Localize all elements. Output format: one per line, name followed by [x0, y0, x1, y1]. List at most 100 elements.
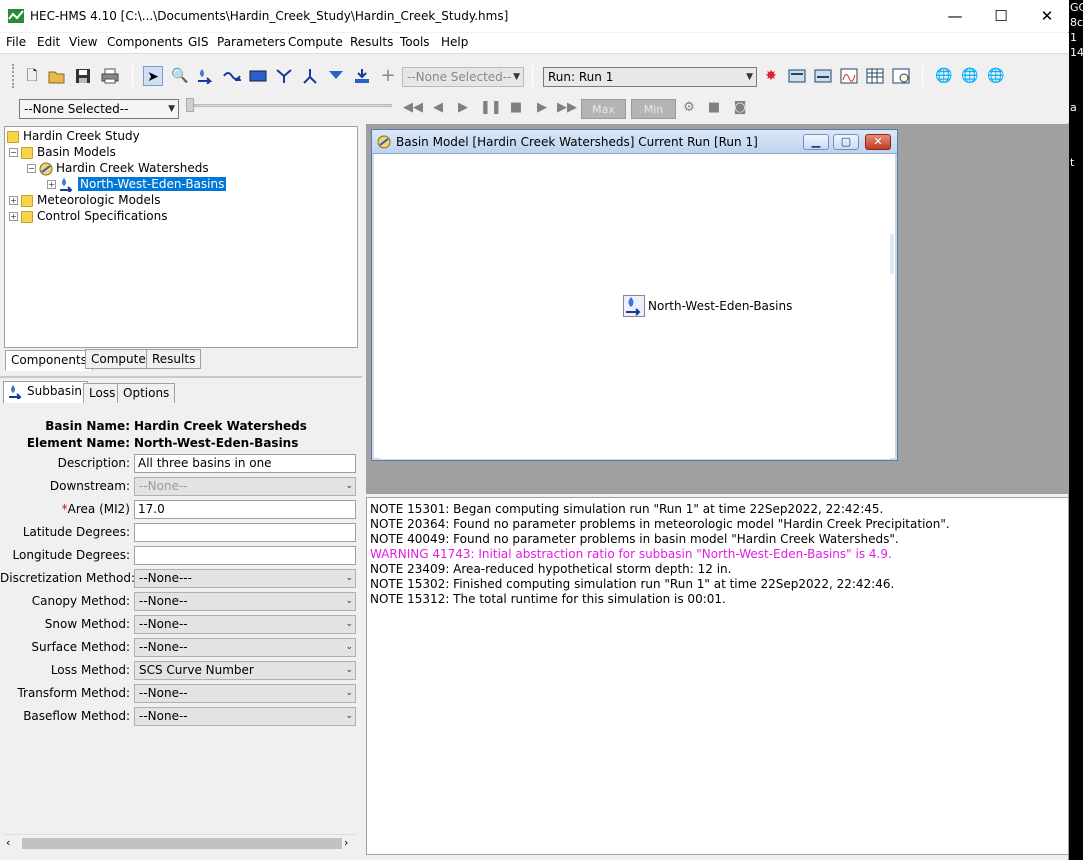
- tree-node-control-specifications[interactable]: + Control Specifications: [9, 208, 168, 224]
- collapse-icon[interactable]: −: [9, 148, 18, 157]
- rewind-to-start-icon[interactable]: ◀◀: [403, 98, 423, 118]
- reservoir-tool-icon[interactable]: [248, 66, 268, 86]
- subbasin-element-icon[interactable]: [623, 295, 645, 317]
- globe-icon[interactable]: 🌐: [960, 66, 980, 86]
- subbasin-icon: [59, 177, 75, 192]
- crosshair-tool-icon[interactable]: +: [378, 66, 398, 86]
- menu-file[interactable]: File: [6, 35, 26, 49]
- min-button[interactable]: Min: [631, 99, 676, 119]
- minimize-button[interactable]: —: [932, 0, 978, 32]
- source-tool-icon[interactable]: [326, 66, 346, 86]
- graph-icon[interactable]: [839, 66, 859, 86]
- loss-select[interactable]: SCS Curve Number ⌄: [134, 661, 356, 680]
- tree-node-subbasin[interactable]: + North-West-Eden-Basins: [47, 176, 227, 192]
- compute-run-icon[interactable]: ✸: [761, 66, 781, 86]
- tab-results[interactable]: Results: [146, 349, 202, 369]
- time-slider-thumb[interactable]: [186, 98, 194, 112]
- collapse-icon[interactable]: −: [27, 164, 36, 173]
- save-icon[interactable]: [73, 66, 93, 86]
- area-label-text: Area (MI2): [67, 502, 130, 516]
- pause-icon[interactable]: ❚❚: [480, 98, 502, 118]
- menu-components[interactable]: Components: [107, 35, 183, 49]
- gear-icon[interactable]: ⚙: [679, 98, 699, 118]
- globe-icon[interactable]: 🌐: [986, 66, 1006, 86]
- maximize-button[interactable]: ☐: [978, 0, 1024, 32]
- expand-icon[interactable]: +: [9, 212, 18, 221]
- video-camera-icon[interactable]: ■: [704, 98, 724, 118]
- menu-view[interactable]: View: [69, 35, 97, 49]
- run-selector[interactable]: Run: Run 1 ▼: [543, 67, 757, 87]
- basin-minimize-button[interactable]: ▁: [803, 134, 829, 150]
- menu-compute[interactable]: Compute: [288, 35, 343, 49]
- diversion-tool-icon[interactable]: [300, 66, 320, 86]
- forward-to-end-icon[interactable]: ▶▶: [557, 98, 577, 118]
- new-file-icon[interactable]: 🗋: [22, 66, 42, 86]
- step-back-icon[interactable]: ◀: [428, 98, 448, 118]
- summary-table-icon[interactable]: [865, 66, 885, 86]
- menu-tools[interactable]: Tools: [400, 35, 430, 49]
- menu-parameters[interactable]: Parameters: [217, 35, 286, 49]
- max-button[interactable]: Max: [581, 99, 626, 119]
- close-button[interactable]: ✕: [1024, 0, 1070, 32]
- time-series-table-icon[interactable]: [891, 66, 911, 86]
- latitude-field[interactable]: [134, 523, 356, 542]
- play-icon[interactable]: ▶: [453, 98, 473, 118]
- log-line: NOTE 23409: Area-reduced hypothetical st…: [370, 562, 732, 576]
- transform-select[interactable]: --None-- ⌄: [134, 684, 356, 703]
- downstream-select[interactable]: --None-- ⌄: [134, 477, 356, 496]
- menu-edit[interactable]: Edit: [37, 35, 60, 49]
- canvas-edge-shadow: [890, 234, 894, 274]
- globe-icon[interactable]: 🌐: [934, 66, 954, 86]
- canopy-select[interactable]: --None-- ⌄: [134, 592, 356, 611]
- element-summary-icon[interactable]: [813, 66, 833, 86]
- tree-node-basin[interactable]: − Hardin Creek Watersheds: [27, 160, 209, 176]
- arrow-tool-icon[interactable]: ➤: [143, 66, 163, 86]
- basin-window-titlebar[interactable]: Basin Model [Hardin Creek Watersheds] Cu…: [372, 130, 897, 154]
- scroll-right-icon[interactable]: ›: [344, 836, 348, 849]
- zoom-tool-icon[interactable]: 🔍: [170, 66, 190, 86]
- tree-node-meteorologic-models[interactable]: + Meteorologic Models: [9, 192, 161, 208]
- open-folder-icon[interactable]: [47, 66, 67, 86]
- tree-node-basin-models[interactable]: − Basin Models: [9, 144, 116, 160]
- junction-tool-icon[interactable]: [274, 66, 294, 86]
- global-summary-icon[interactable]: [787, 66, 807, 86]
- expand-icon[interactable]: +: [47, 180, 56, 189]
- tab-subbasin[interactable]: Subbasin: [3, 381, 89, 404]
- longitude-field[interactable]: [134, 546, 356, 565]
- sink-tool-icon[interactable]: [352, 66, 372, 86]
- description-field[interactable]: All three basins in one: [134, 454, 356, 473]
- toolbar-grip[interactable]: [12, 64, 16, 88]
- baseflow-select[interactable]: --None-- ⌄: [134, 707, 356, 726]
- area-field[interactable]: 17.0: [134, 500, 356, 519]
- print-icon[interactable]: [100, 66, 120, 86]
- stop-icon[interactable]: ■: [506, 98, 526, 118]
- menu-results[interactable]: Results: [350, 35, 393, 49]
- time-window-selector[interactable]: --None Selected-- ▼: [19, 99, 179, 119]
- reach-tool-icon[interactable]: [222, 66, 242, 86]
- tree-node-root[interactable]: Hardin Creek Study: [7, 128, 140, 144]
- basin-close-button[interactable]: ✕: [865, 134, 891, 150]
- time-slider-track[interactable]: [194, 104, 392, 107]
- basin-maximize-button[interactable]: ▢: [833, 134, 859, 150]
- tab-options[interactable]: Options: [117, 383, 176, 404]
- expand-icon[interactable]: +: [9, 196, 18, 205]
- tab-components[interactable]: Components: [5, 350, 93, 371]
- element-selector[interactable]: --None Selected-- ▼: [402, 67, 524, 87]
- subbasin-tool-icon[interactable]: [196, 66, 216, 86]
- tab-compute[interactable]: Compute: [85, 349, 152, 369]
- discretization-label: Discretization Method:: [0, 571, 136, 585]
- camera-icon[interactable]: ◙: [730, 98, 750, 118]
- discretization-value: --None---: [139, 571, 192, 585]
- scrollbar-thumb[interactable]: [22, 838, 342, 849]
- tab-loss[interactable]: Loss: [83, 383, 122, 404]
- snow-select[interactable]: --None-- ⌄: [134, 615, 356, 634]
- step-forward-icon[interactable]: ▶: [532, 98, 552, 118]
- menu-help[interactable]: Help: [441, 35, 468, 49]
- discretization-select[interactable]: --None--- ⌄: [134, 569, 356, 588]
- surface-select[interactable]: --None-- ⌄: [134, 638, 356, 657]
- menu-gis[interactable]: GIS: [188, 35, 208, 49]
- scroll-left-icon[interactable]: ‹: [6, 836, 10, 849]
- basin-map-canvas[interactable]: North-West-Eden-Basins: [380, 156, 894, 459]
- splitter[interactable]: [0, 376, 362, 378]
- editor-horizontal-scrollbar[interactable]: ‹ ›: [4, 834, 356, 851]
